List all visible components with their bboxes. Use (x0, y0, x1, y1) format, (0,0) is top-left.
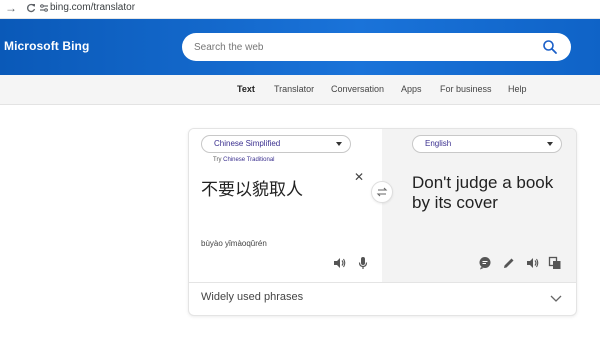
search-icon[interactable] (542, 39, 558, 55)
divider (189, 282, 576, 283)
site-settings-icon[interactable] (37, 1, 51, 15)
tab-for-business[interactable]: For business (440, 84, 492, 94)
forward-icon[interactable]: → (4, 1, 18, 15)
edit-icon[interactable] (502, 256, 516, 270)
translator-subnav: Text Translator Conversation Apps For bu… (0, 75, 600, 105)
speaker-icon[interactable] (525, 256, 539, 270)
try-prefix: Try (213, 157, 222, 163)
source-language-select[interactable]: Chinese Simplified (201, 135, 351, 153)
reload-icon[interactable] (24, 1, 38, 15)
microphone-icon[interactable] (356, 256, 370, 270)
bing-header: Microsoft Bing (0, 19, 600, 75)
translator-card: Chinese Simplified Try Chinese Tradition… (188, 128, 577, 316)
clear-icon[interactable]: ✕ (352, 170, 366, 184)
copy-icon[interactable] (548, 256, 562, 270)
translation-output: Don't judge a book by its cover (412, 173, 554, 212)
target-language-label: English (425, 139, 452, 148)
brand-logo[interactable]: Microsoft Bing (4, 39, 89, 53)
swap-icon (376, 187, 388, 197)
transliteration-text: bùyào yǐmàoqǔrén (201, 239, 267, 248)
chevron-down-icon (547, 142, 553, 146)
phrases-label[interactable]: Widely used phrases (201, 291, 303, 303)
target-pane: English Don't judge a book by its cover (382, 129, 576, 282)
tab-conversation[interactable]: Conversation (331, 84, 384, 94)
source-pane: Chinese Simplified Try Chinese Tradition… (189, 129, 382, 282)
source-text-input[interactable]: 不要以貌取人 (201, 175, 303, 200)
try-language-link[interactable]: Chinese Traditional (223, 157, 274, 163)
speaker-icon[interactable] (332, 256, 346, 270)
target-language-select[interactable]: English (412, 135, 562, 153)
tab-help[interactable]: Help (508, 84, 527, 94)
browser-toolbar: → bing.com/translator (0, 0, 600, 19)
chevron-down-icon (336, 142, 342, 146)
tab-apps[interactable]: Apps (401, 84, 422, 94)
address-bar[interactable]: bing.com/translator (50, 0, 135, 16)
source-language-label: Chinese Simplified (214, 139, 281, 148)
tab-translator[interactable]: Translator (274, 84, 314, 94)
tab-text[interactable]: Text (237, 84, 255, 94)
try-suggestion: Try Chinese Traditional (213, 157, 275, 163)
search-input[interactable] (194, 38, 524, 56)
search-box[interactable] (182, 33, 571, 61)
feedback-icon[interactable] (478, 256, 492, 270)
swap-languages-button[interactable] (371, 181, 393, 203)
chevron-down-icon[interactable] (550, 292, 562, 304)
